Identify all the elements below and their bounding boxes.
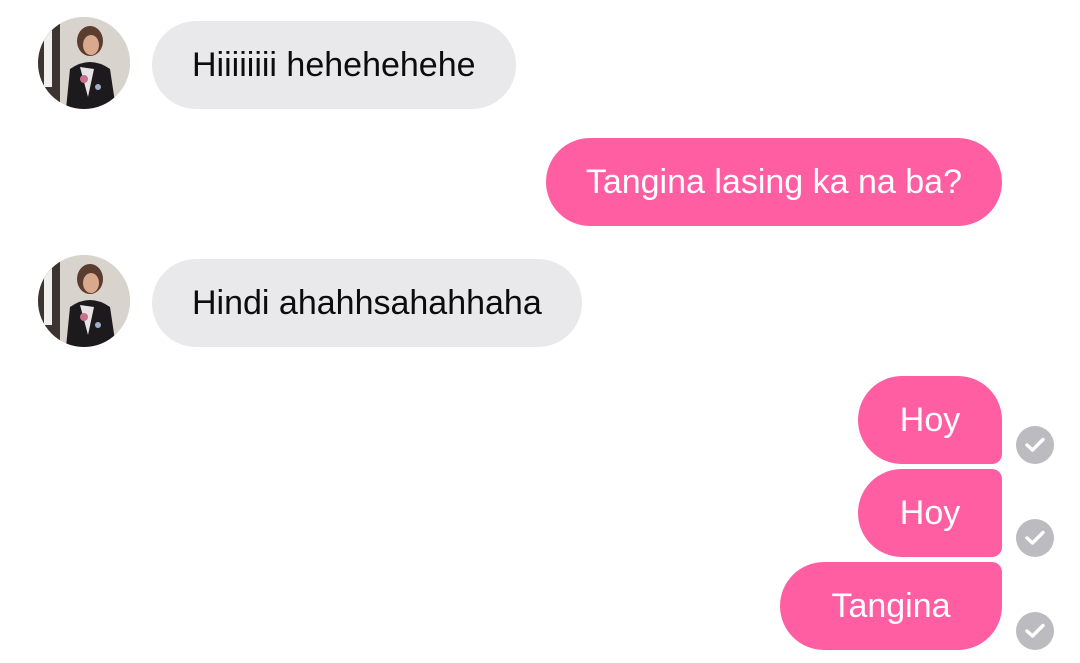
message-text: Tangina lasing ka na ba?: [585, 162, 962, 201]
message-text: Hoy: [899, 493, 961, 532]
contact-avatar[interactable]: [38, 17, 130, 109]
incoming-message-bubble[interactable]: Hiiiiiiii hehehehehe: [152, 21, 516, 109]
message-text: Hoy: [899, 400, 961, 439]
outgoing-message-bubble[interactable]: Hoy: [858, 376, 1002, 464]
message-text: Hiiiiiiii hehehehehe: [192, 45, 476, 84]
sent-check-icon: [1016, 519, 1054, 557]
outgoing-message-bubble[interactable]: Hoy: [858, 469, 1002, 557]
contact-avatar[interactable]: [38, 255, 130, 347]
sent-check-icon: [1016, 612, 1054, 650]
outgoing-message-bubble[interactable]: Tangina: [780, 562, 1002, 650]
message-text: Tangina: [831, 586, 951, 625]
message-text: Hindi ahahhsahahhaha: [192, 283, 542, 322]
incoming-message-bubble[interactable]: Hindi ahahhsahahhaha: [152, 259, 582, 347]
sent-check-icon: [1016, 426, 1054, 464]
outgoing-message-bubble[interactable]: Tangina lasing ka na ba?: [545, 138, 1002, 226]
